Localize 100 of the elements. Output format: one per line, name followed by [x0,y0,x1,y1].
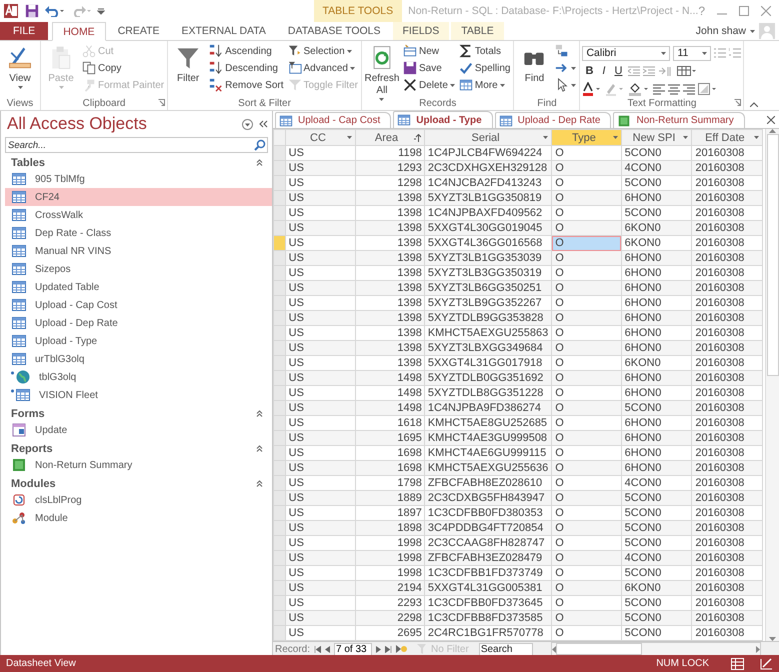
caret-icon[interactable] [754,136,760,139]
find-button[interactable]: Find [516,43,552,86]
design-view-icon[interactable] [760,658,773,670]
collapse-ribbon-icon[interactable] [750,102,758,107]
ascending-button[interactable]: Ascending [208,43,284,59]
search-field[interactable]: Search [478,642,533,656]
nav-item[interactable]: Dep Rate - Class [5,224,272,242]
column-header[interactable]: New SPI [621,130,692,146]
new-button[interactable]: New [402,43,456,59]
font-name-field[interactable]: Calibri [582,46,670,60]
nav-item[interactable]: Update [5,421,272,439]
numbered-list-icon[interactable] [729,47,742,59]
previous-record-icon[interactable] [325,646,330,652]
search-field[interactable]: Search... [5,137,268,153]
dialog-launcher-icon[interactable] [158,99,166,106]
gridlines-icon[interactable] [677,66,698,76]
nav-item[interactable]: Upload - Cap Cost [5,296,272,314]
advanced-button[interactable]: Advanced [286,60,359,76]
collapse-icon[interactable] [256,410,263,417]
horizontal-scrollbar[interactable] [550,642,761,656]
spelling-button[interactable]: Spelling [458,60,512,76]
save-icon[interactable] [25,4,39,18]
ribbon-tab[interactable]: CREATE [108,22,170,40]
column-header[interactable]: Area [356,130,424,146]
save-button[interactable]: Save [402,60,456,76]
column-header[interactable]: Type [552,130,622,146]
underline-button[interactable]: U [611,65,626,77]
ribbon-tab[interactable]: FIELDS [392,22,450,40]
collapse-icon[interactable] [256,445,263,452]
descending-button[interactable]: Descending [208,60,284,76]
column-header[interactable]: CC [285,130,356,146]
scroll-right-icon[interactable] [756,646,760,652]
caret-icon[interactable] [543,136,548,139]
new-record-icon[interactable] [396,645,408,653]
font-size-field[interactable]: 11 [673,46,712,60]
ribbon-tab[interactable]: DATABASE TOOLS [278,22,390,40]
caret-icon[interactable] [683,136,688,139]
app-logo-icon[interactable] [3,3,19,19]
nav-item[interactable]: urTblG3olq [5,350,272,368]
record-number-field[interactable]: 7 of 33 [334,642,372,656]
alternate-fill-icon[interactable] [698,83,718,95]
nav-item[interactable]: Non-Return Summary [5,456,272,474]
column-header[interactable]: Eff Date [692,130,763,146]
group-heading[interactable]: Reports [11,442,53,454]
nav-item[interactable]: Upload - Dep Rate [5,314,272,332]
document-tab[interactable]: Upload - Dep Rate [494,112,612,128]
nav-item[interactable]: Updated Table [5,278,272,296]
nav-item[interactable]: 905 TblMfg [5,170,272,188]
caret-icon[interactable] [750,30,755,32]
align-right-icon[interactable] [683,84,696,94]
nav-item[interactable]: Upload - Type [5,332,272,350]
delete-button[interactable]: Delete [402,77,456,93]
italic-button[interactable]: I [599,65,608,77]
nav-item[interactable]: clsLblProg [5,491,272,509]
copy-button[interactable]: Copy [81,60,166,76]
group-heading[interactable]: Tables [11,156,46,168]
increase-indent-icon[interactable] [643,66,656,76]
collapse-icon[interactable] [256,159,263,166]
user-name[interactable]: John shaw [696,25,746,37]
close-icon[interactable] [767,116,775,124]
dialog-launcher-icon[interactable] [734,99,742,106]
caret-icon[interactable] [347,136,352,139]
fill-color-icon[interactable] [628,82,650,96]
view-button[interactable]: View [2,43,38,90]
vertical-scrollbar[interactable] [765,129,779,641]
refresh-all-button[interactable]: Refresh All [364,43,400,102]
nav-item[interactable]: tblG3olq [5,368,272,386]
align-center-icon[interactable] [668,84,680,94]
redo-icon[interactable] [71,5,91,17]
last-record-icon[interactable] [385,646,392,652]
document-tab[interactable]: Non-Return Summary [613,112,745,128]
group-heading[interactable]: Forms [11,408,45,420]
nav-item[interactable]: Sizepos [5,260,272,278]
ribbon-tab[interactable]: FILE [0,22,48,40]
maximize-icon[interactable] [739,6,749,16]
datasheet-view-icon[interactable] [731,658,744,670]
customize-icon[interactable] [97,7,105,15]
bullet-list-icon[interactable] [714,47,726,59]
nav-item[interactable]: Manual NR VINS [5,242,272,260]
decrease-indent-icon[interactable] [628,66,640,76]
document-tab[interactable]: Upload - Type [393,111,493,128]
ribbon-tab[interactable]: EXTERNAL DATA [172,22,276,40]
font-color-icon[interactable] [582,82,602,96]
more-button[interactable]: More [458,77,512,93]
column-header[interactable]: Serial [424,130,552,146]
nav-item[interactable]: CrossWalk [5,206,272,224]
dropdown-icon[interactable] [242,118,253,130]
collapse-pane-icon[interactable] [259,120,268,128]
nav-item[interactable]: CF24 [5,188,272,206]
filter-button[interactable]: Filter [170,43,206,86]
bold-button[interactable]: B [582,65,596,77]
nav-item[interactable]: VISION Fleet [5,386,272,404]
next-record-icon[interactable] [376,646,382,652]
ribbon-tab[interactable]: HOME [52,22,106,41]
collapse-icon[interactable] [256,480,263,487]
nav-item[interactable]: Module [5,509,272,527]
selection-button[interactable]: Selection [286,43,359,59]
caret-icon[interactable] [612,136,618,139]
align-left-icon[interactable] [653,84,666,94]
ribbon-tab[interactable]: TABLE [451,22,504,40]
